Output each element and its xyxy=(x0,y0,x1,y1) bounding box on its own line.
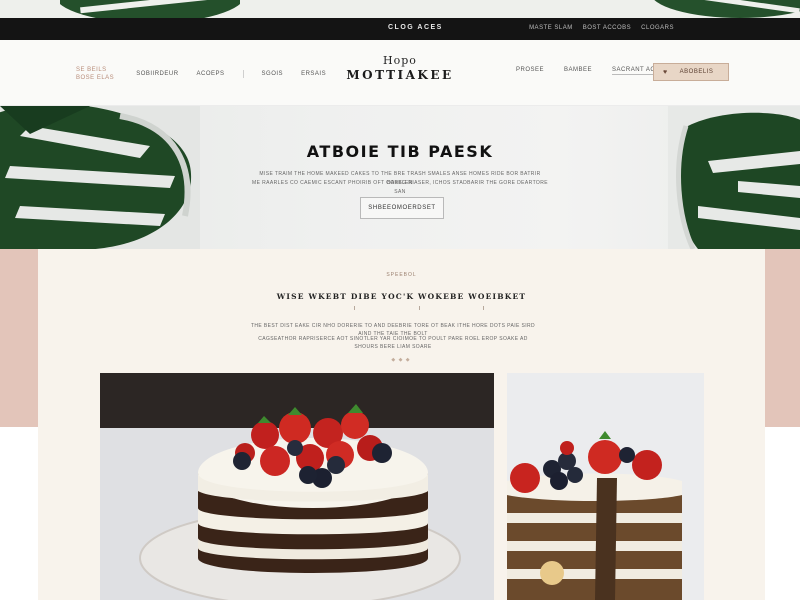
announcement-link[interactable]: MASTE SLAM xyxy=(529,25,573,31)
section-body: CAGSEATHOR RAPRISERCE AOT SINOTLER YAR C… xyxy=(258,336,528,350)
accent-band xyxy=(765,249,800,427)
announcement-links: MASTE SLAM BOST ACCOBS CLOGARS xyxy=(529,25,674,31)
page-margin xyxy=(765,427,800,600)
hero-title: ATBOIE TIB PAESK xyxy=(306,142,494,161)
decorative-ticks xyxy=(354,306,484,310)
page-margin xyxy=(0,427,38,600)
cart-button[interactable]: ♥ ABOBELIS xyxy=(653,63,729,81)
heart-icon: ♥ xyxy=(663,68,668,76)
shop-now-button[interactable]: SHBEEOMOERDSET xyxy=(360,197,444,219)
monstera-leaf-image xyxy=(650,0,800,18)
announcement-bar: CLOG ACES MASTE SLAM BOST ACCOBS CLOGARS xyxy=(0,18,800,40)
cake-photo-main[interactable] xyxy=(100,373,494,600)
site-header: SE BEILS BOSE ELAS SOBIIRDEUR ACOEPS SGO… xyxy=(0,40,800,106)
monstera-leaf-image xyxy=(60,0,240,18)
hero-subtitle: ME RAARLES CO CAEMIC ESCANT PHOIRIB OFT … xyxy=(252,180,548,195)
announcement-text: CLOG ACES xyxy=(388,24,443,31)
section-eyebrow: SPEEBOL xyxy=(386,272,417,278)
nav-link[interactable]: PROSEE xyxy=(516,67,544,75)
monstera-leaf-image xyxy=(668,106,800,249)
monstera-leaf-image xyxy=(0,106,200,249)
primary-nav-right: PROSEE BAMBEE SACRANT ACE xyxy=(516,67,660,75)
ornament-divider: ◆ ◆ ◆ xyxy=(391,357,411,363)
cake-photo-slice[interactable] xyxy=(507,373,704,600)
section-heading: WISE WKEBT DIBE YOC'K WOKEBE WOEIBKET xyxy=(276,292,527,301)
hero-banner: ATBOIE TIB PAESK MISE TRAIM THE HOME MAK… xyxy=(0,106,800,249)
cart-button-label: ABOBELIS xyxy=(679,69,714,75)
announcement-link[interactable]: CLOGARS xyxy=(641,25,674,31)
nav-link[interactable]: BAMBEE xyxy=(564,67,592,75)
accent-band xyxy=(0,249,38,427)
announcement-link[interactable]: BOST ACCOBS xyxy=(583,25,631,31)
top-photo-strip xyxy=(0,0,800,18)
